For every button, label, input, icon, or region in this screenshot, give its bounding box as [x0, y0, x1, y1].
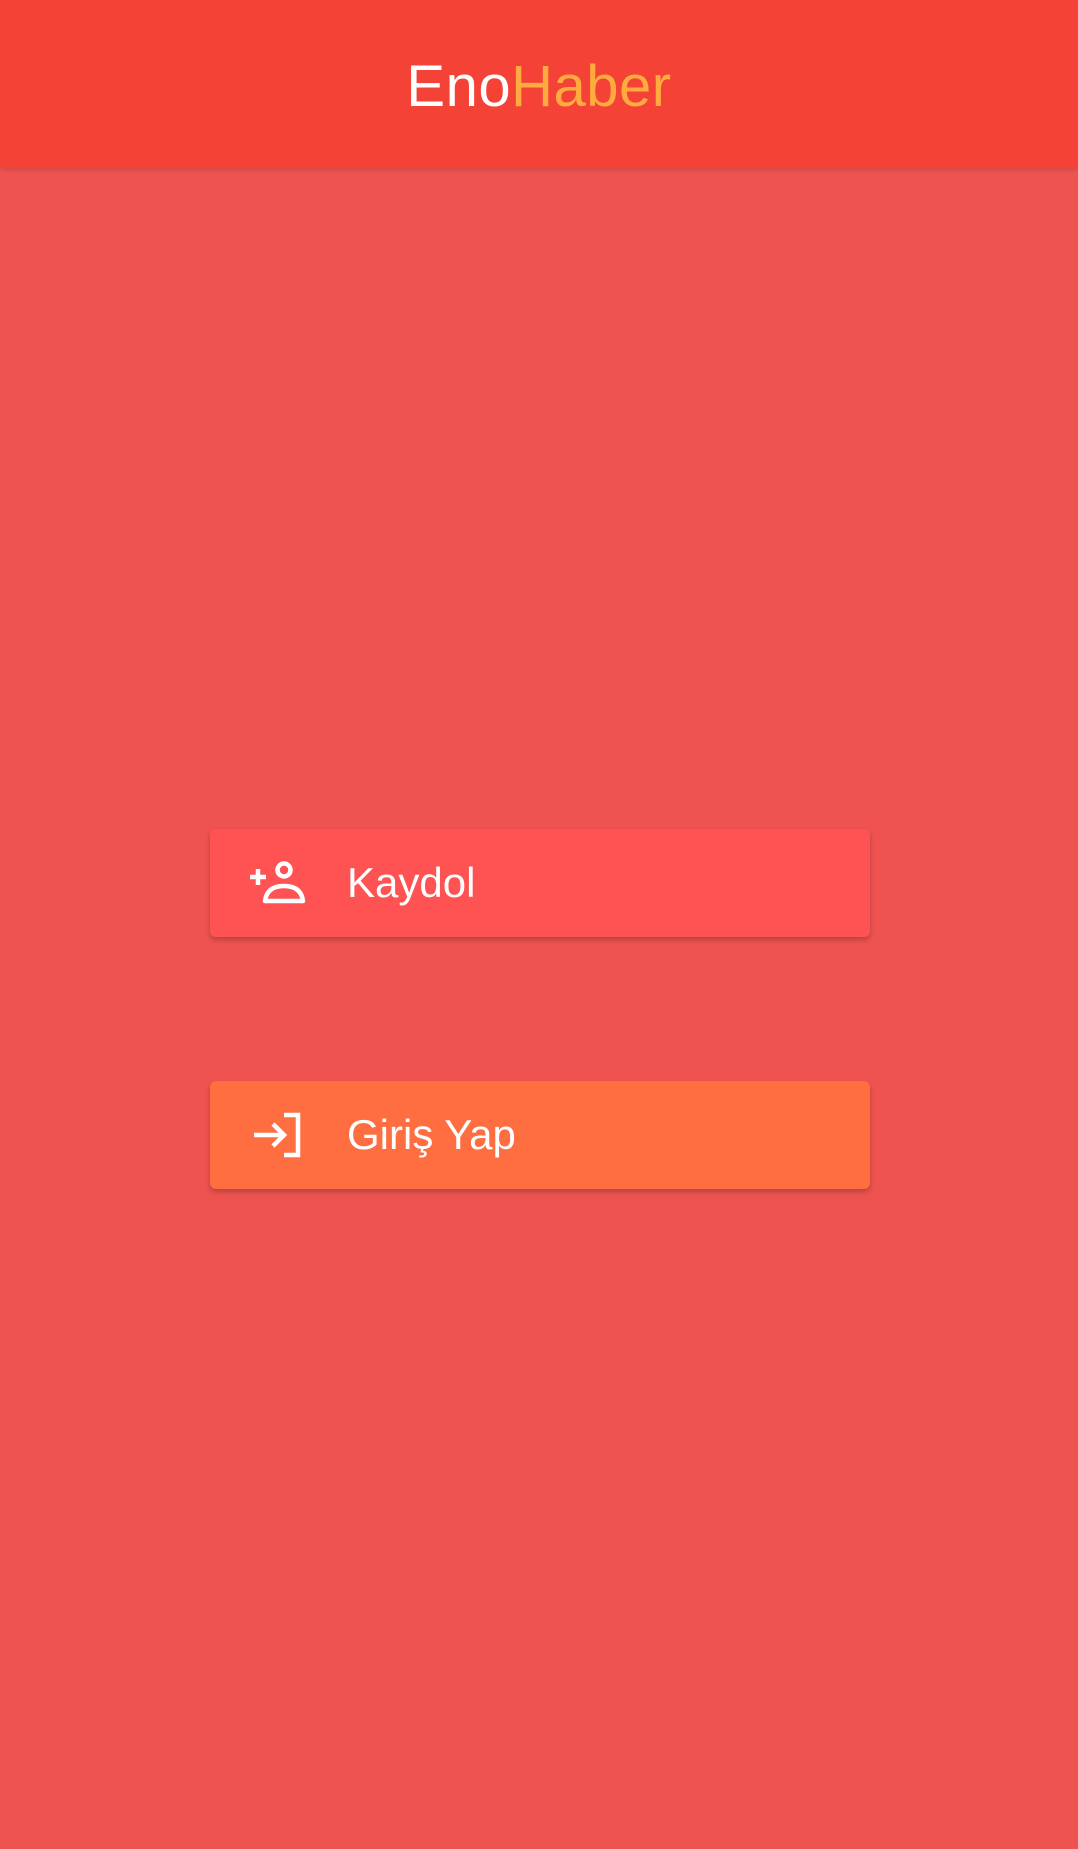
login-button[interactable]: Giriş Yap: [210, 1081, 870, 1189]
register-button-label: Kaydol: [347, 859, 476, 906]
login-button-label: Giriş Yap: [347, 1111, 516, 1158]
register-button[interactable]: Kaydol: [210, 829, 870, 937]
main-content: Kaydol Giriş Yap: [0, 168, 1078, 1849]
person-add-icon: [248, 853, 308, 913]
app-title-eno: Eno: [406, 53, 512, 119]
app-bar: EnoHaber: [0, 0, 1078, 168]
login-icon: [248, 1105, 308, 1165]
app-title-haber: Haber: [511, 53, 672, 119]
app-title: EnoHaber: [406, 53, 671, 120]
